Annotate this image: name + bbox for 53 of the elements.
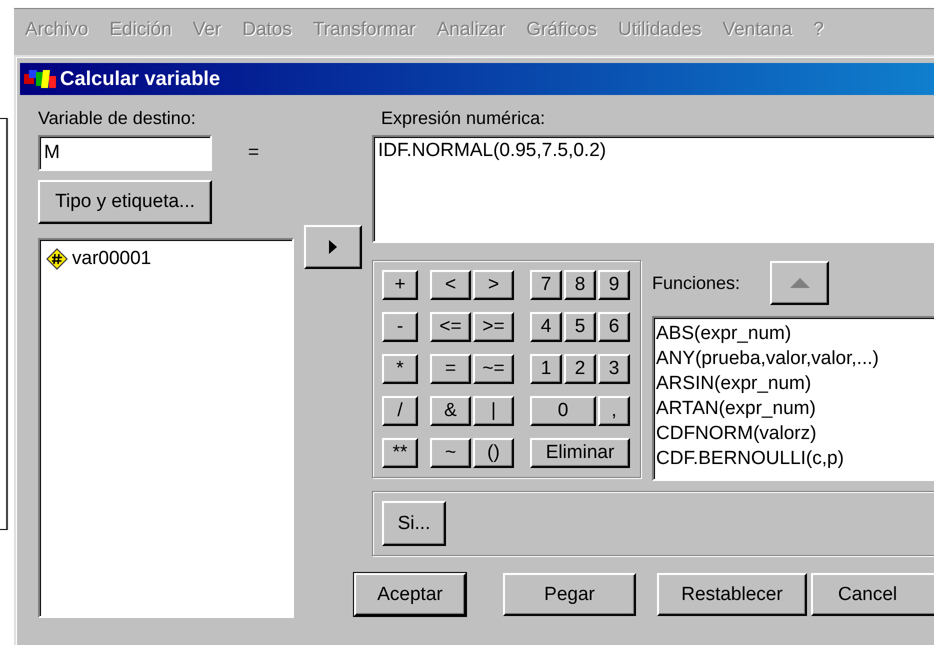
- function-item[interactable]: ABS(expr_num): [656, 321, 934, 346]
- keypad-key[interactable]: &: [430, 396, 471, 426]
- keypad-key[interactable]: >=: [473, 312, 514, 342]
- keypad-key[interactable]: <: [430, 270, 471, 300]
- keypad-key[interactable]: |: [473, 396, 514, 426]
- type-label-button[interactable]: Tipo y etiqueta...: [38, 180, 212, 224]
- function-item[interactable]: ARTAN(expr_num): [656, 396, 934, 421]
- if-button[interactable]: Si...: [382, 501, 446, 546]
- target-variable-field[interactable]: M: [38, 135, 212, 171]
- keypad-key[interactable]: 5: [564, 312, 596, 342]
- app-icon: [23, 68, 57, 90]
- triangle-right-icon: [329, 240, 337, 254]
- keypad-key[interactable]: ,: [598, 396, 630, 426]
- keypad-key[interactable]: 4: [530, 312, 562, 342]
- keypad-key[interactable]: ~=: [473, 354, 514, 384]
- keypad-key[interactable]: 8: [564, 270, 596, 300]
- paste-button[interactable]: Pegar: [503, 573, 636, 616]
- keypad-key[interactable]: 2: [564, 354, 596, 384]
- expression-label: Expresión numérica:: [381, 107, 546, 129]
- target-variable-label: Variable de destino:: [38, 107, 197, 129]
- keypad-key[interactable]: <=: [430, 312, 471, 342]
- variable-name: var00001: [72, 248, 152, 270]
- keypad-key[interactable]: 6: [598, 312, 630, 342]
- keypad-key[interactable]: *: [382, 354, 418, 384]
- keypad-key[interactable]: (): [473, 438, 514, 468]
- function-item[interactable]: ANY(prueba,valor,valor,...): [656, 346, 934, 371]
- keypad-key[interactable]: 3: [598, 354, 630, 384]
- keypad-key[interactable]: 1: [530, 354, 562, 384]
- function-item[interactable]: CDF.BERNOULLI(c,p): [656, 446, 934, 471]
- function-item[interactable]: ARSIN(expr_num): [656, 371, 934, 396]
- function-item[interactable]: CDFNORM(valorz): [656, 421, 934, 446]
- keypad-key[interactable]: ~: [430, 438, 471, 468]
- keypad-key[interactable]: 9: [598, 270, 630, 300]
- equals-sign: =: [248, 142, 260, 164]
- triangle-up-icon: [790, 278, 810, 288]
- window-title: Calcular variable: [60, 68, 220, 90]
- move-button[interactable]: [304, 225, 362, 269]
- keypad-key[interactable]: +: [382, 270, 418, 300]
- ok-button[interactable]: Aceptar: [354, 573, 466, 616]
- keypad-key[interactable]: Eliminar: [530, 438, 630, 468]
- keypad-key[interactable]: >: [473, 270, 514, 300]
- reset-button[interactable]: Restablecer: [657, 573, 807, 616]
- keypad-key[interactable]: -: [382, 312, 418, 342]
- keypad-key[interactable]: =: [430, 354, 471, 384]
- keypad-key[interactable]: **: [382, 438, 418, 468]
- functions-label: Funciones:: [652, 272, 740, 294]
- cancel-button[interactable]: Cancel: [811, 573, 934, 616]
- keypad-key[interactable]: 7: [530, 270, 562, 300]
- keypad-key[interactable]: 0: [530, 396, 596, 426]
- expression-field[interactable]: IDF.NORMAL(0.95,7.5,0.2): [372, 135, 934, 243]
- keypad-key[interactable]: /: [382, 396, 418, 426]
- diamond-icon: [46, 248, 68, 270]
- variable-item[interactable]: var00001: [46, 248, 286, 270]
